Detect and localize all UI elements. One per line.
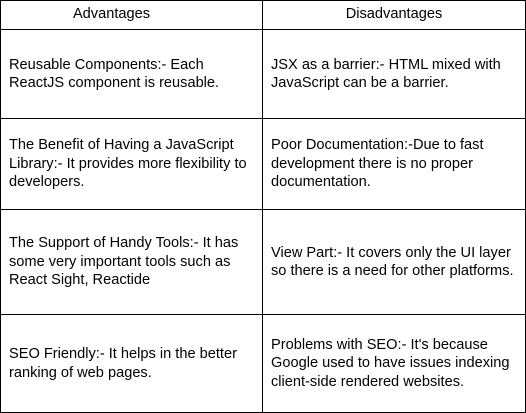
- advantage-text: SEO Friendly:- It helps in the better ra…: [9, 346, 237, 381]
- header-disadvantages: Disadvantages: [263, 1, 525, 30]
- table-cell-disadvantage: View Part:- It covers only the UI layer …: [263, 210, 525, 315]
- table-cell-advantage: Reusable Components:- Each ReactJS compo…: [1, 30, 263, 119]
- table-cell-disadvantage: JSX as a barrier:- HTML mixed with JavaS…: [263, 30, 525, 119]
- advantage-text: Reusable Components:- Each ReactJS compo…: [9, 56, 220, 92]
- advantage-text: The Benefit of Having a JavaScript Libra…: [9, 137, 247, 191]
- disadvantage-text: Poor Documentation:-Due to fast developm…: [271, 137, 484, 191]
- header-disadvantages-label: Disadvantages: [345, 5, 443, 22]
- table-cell-advantage: The Benefit of Having a JavaScript Libra…: [1, 119, 263, 210]
- table-cell-advantage: The Support of Handy Tools:- It has some…: [1, 210, 263, 315]
- header-advantages: Advantages: [1, 1, 263, 30]
- disadvantage-text: View Part:- It covers only the UI layer …: [271, 244, 514, 280]
- table-cell-advantage: SEO Friendly:- It helps in the better ra…: [1, 315, 263, 412]
- comparison-table: Advantages Disadvantages Reusable Compon…: [0, 0, 526, 413]
- advantage-text: The Support of Handy Tools:- It has some…: [9, 235, 239, 289]
- disadvantage-text: Problems with SEO:- It's because Google …: [271, 336, 510, 390]
- table-cell-disadvantage: Problems with SEO:- It's because Google …: [263, 315, 525, 412]
- table-cell-disadvantage: Poor Documentation:-Due to fast developm…: [263, 119, 525, 210]
- disadvantage-text: JSX as a barrier:- HTML mixed with JavaS…: [271, 56, 501, 92]
- header-advantages-label: Advantages: [72, 5, 151, 22]
